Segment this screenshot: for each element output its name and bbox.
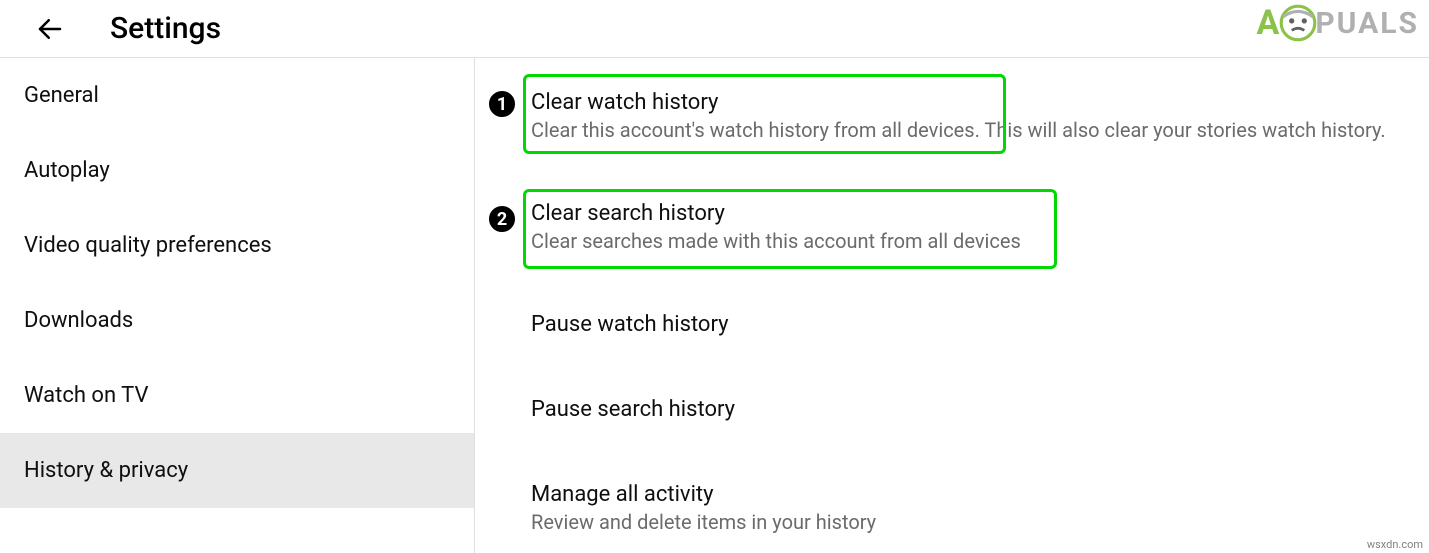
option-pause-search-history[interactable]: Pause search history (475, 383, 1429, 438)
option-sub: Clear this account's watch history from … (531, 117, 1429, 143)
watermark-credit: wsxdn.com (1367, 538, 1423, 551)
watermark-face-icon (1277, 2, 1319, 44)
arrow-left-icon (35, 14, 65, 44)
option-title: Clear search history (531, 201, 1429, 226)
option-sub-text: Clear this account's watch history from … (531, 118, 980, 142)
content: General Autoplay Video quality preferenc… (0, 58, 1429, 553)
option-clear-search-history[interactable]: Clear search history Clear searches made… (475, 187, 1429, 268)
header: Settings (0, 0, 1429, 58)
option-pause-watch-history[interactable]: Pause watch history (475, 298, 1429, 353)
sidebar-item-autoplay[interactable]: Autoplay (0, 133, 474, 208)
sidebar-item-history-privacy[interactable]: History & privacy (0, 433, 474, 508)
watermark-text: PUALS (1315, 6, 1419, 41)
annotation-badge-1: 1 (486, 88, 518, 120)
sidebar-item-general[interactable]: General (0, 58, 474, 133)
annotation-badge-2: 2 (486, 203, 518, 235)
spacer (475, 268, 1429, 298)
sidebar-item-video-quality[interactable]: Video quality preferences (0, 208, 474, 283)
option-title: Manage all activity (531, 482, 1429, 507)
option-title: Pause watch history (531, 312, 1429, 337)
spacer (475, 353, 1429, 383)
option-title: Pause search history (531, 397, 1429, 422)
spacer (475, 438, 1429, 468)
main-panel: Clear watch history Clear this account's… (475, 58, 1429, 553)
option-manage-all-activity[interactable]: Manage all activity Review and delete it… (475, 468, 1429, 549)
sidebar-item-downloads[interactable]: Downloads (0, 283, 474, 358)
option-clear-watch-history[interactable]: Clear watch history Clear this account's… (475, 76, 1429, 157)
option-sub: Review and delete items in your history (531, 509, 1429, 535)
spacer (475, 157, 1429, 187)
option-title: Clear watch history (531, 90, 1429, 115)
sidebar-item-watch-on-tv[interactable]: Watch on TV (0, 358, 474, 433)
option-sub-extra: This will also clear your stories watch … (980, 118, 1386, 142)
sidebar: General Autoplay Video quality preferenc… (0, 58, 475, 553)
option-sub: Clear searches made with this account fr… (531, 228, 1429, 254)
back-button[interactable] (30, 9, 70, 49)
watermark-logo: A PUALS (1257, 2, 1420, 44)
page-title: Settings (110, 11, 221, 46)
